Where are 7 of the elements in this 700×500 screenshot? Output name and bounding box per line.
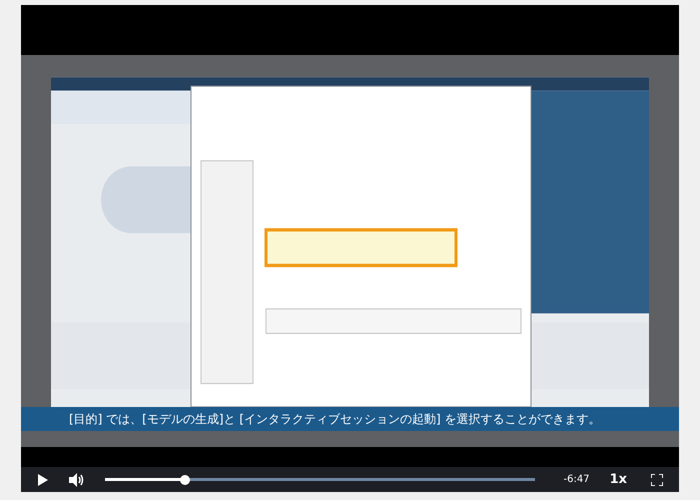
remaining-time: -6:47 xyxy=(563,473,590,487)
caption: [目的] では、[モデルの生成]と [インタラクティブセッションの起動] を選択することができます。 xyxy=(69,411,601,428)
fullscreen-icon xyxy=(651,474,663,486)
progress-thumb[interactable] xyxy=(180,474,190,484)
volume-icon xyxy=(69,472,85,486)
play-icon xyxy=(38,474,48,486)
speed-button[interactable]: 1x xyxy=(602,470,635,490)
